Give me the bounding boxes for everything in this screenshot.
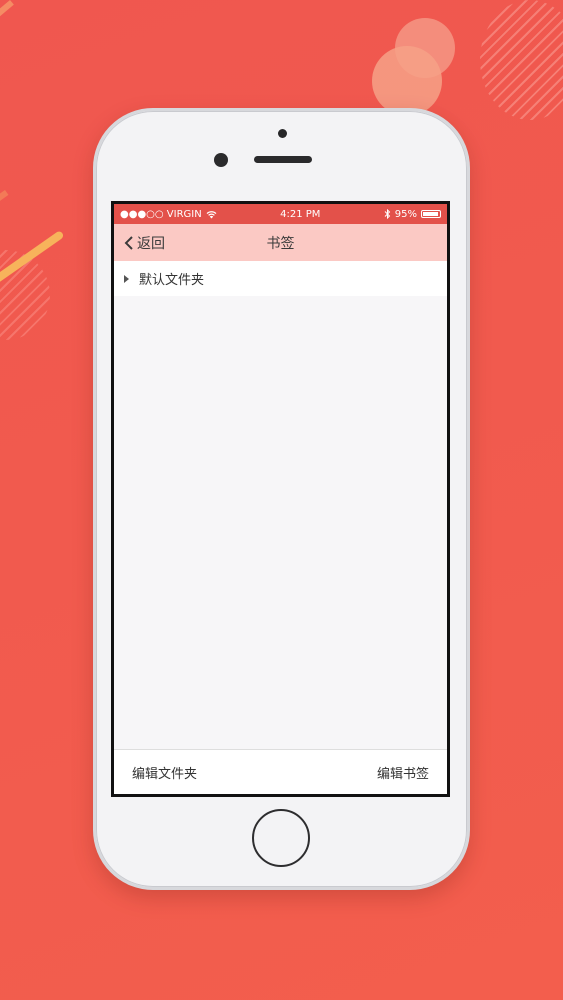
battery-icon [420,210,441,218]
decor-line [0,0,14,82]
wifi-icon [206,210,217,218]
disclosure-triangle-icon [124,274,129,283]
decor-circle [372,46,442,116]
folder-row-default[interactable]: 默认文件夹 [114,261,447,296]
earpiece-speaker [254,156,312,163]
home-button[interactable] [252,809,310,867]
decor-line [0,190,9,230]
back-button[interactable]: 返回 [124,233,165,253]
status-time: 4:21 PM [280,208,321,220]
status-bar: ●●●○○ VIRGIN 4:21 PM 95% [114,204,447,224]
edit-bookmark-button[interactable]: 编辑书签 [377,763,429,782]
bookmark-list-area [114,296,447,750]
battery-percent: 95% [394,208,417,220]
bluetooth-icon [384,209,390,219]
navigation-bar: 返回 书签 [114,224,447,261]
edit-folder-button[interactable]: 编辑文件夹 [132,763,197,782]
front-camera [214,153,228,167]
back-label: 返回 [137,235,165,252]
bottom-toolbar: 编辑文件夹 编辑书签 [114,749,447,794]
proximity-sensor [278,129,287,138]
phone-screen: ●●●○○ VIRGIN 4:21 PM 95% 返回 书签 默认文件夹 编辑文… [111,201,450,797]
carrier-label: ●●●○○ VIRGIN [120,208,202,220]
chevron-left-icon [124,235,133,250]
folder-label: 默认文件夹 [139,273,205,288]
decor-stripes [480,0,563,120]
